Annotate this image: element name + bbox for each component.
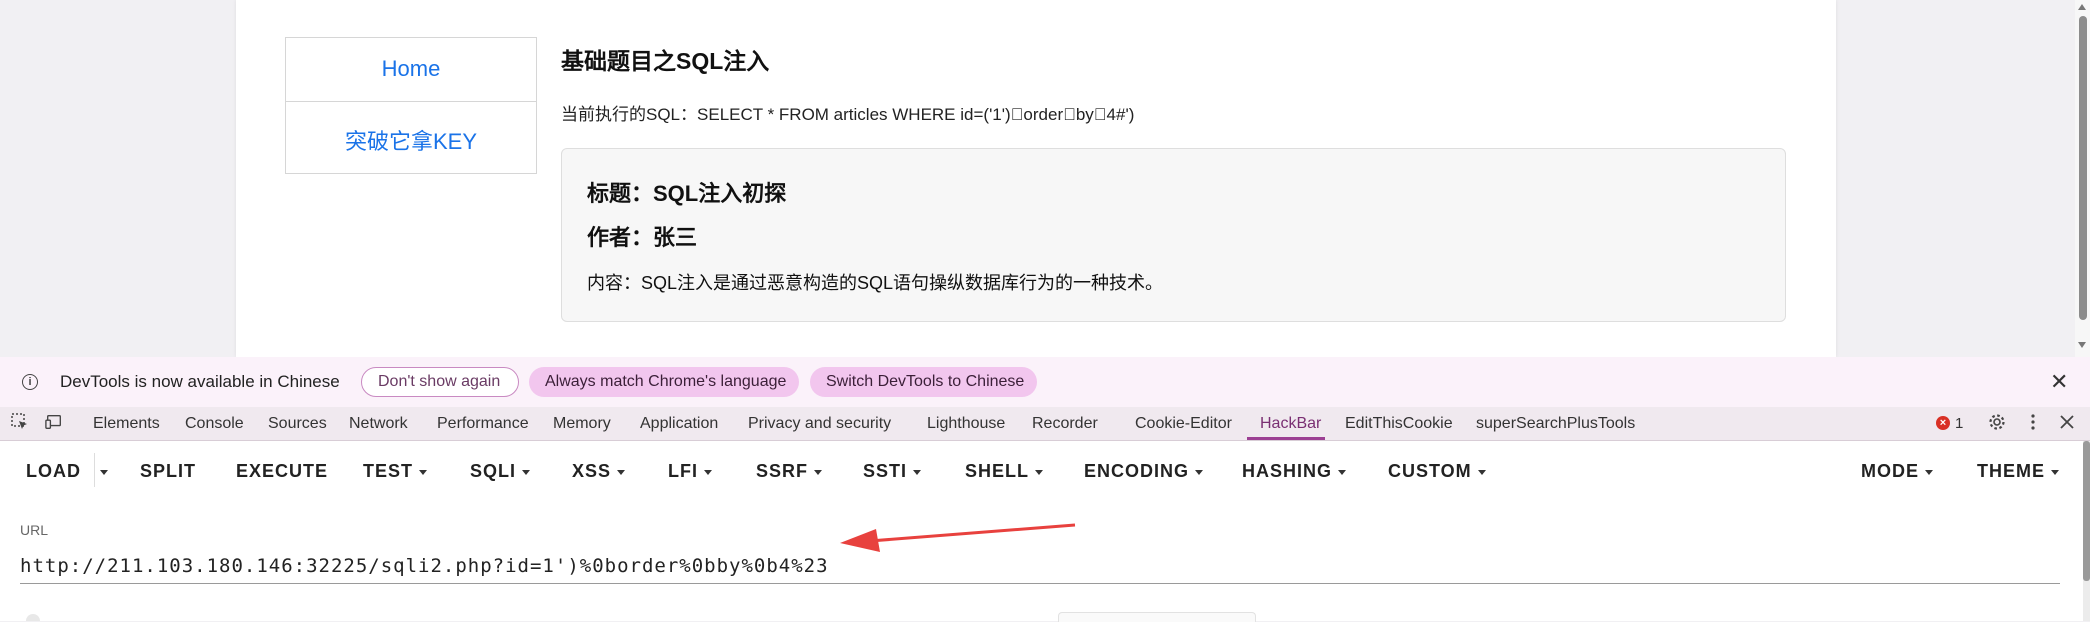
tab-network[interactable]: Network — [349, 415, 408, 433]
execute-button[interactable]: EXECUTE — [236, 461, 328, 482]
panel-handle-icon — [26, 614, 40, 621]
hackbar-scroll-thumb[interactable] — [2083, 441, 2090, 581]
chevron-down-icon — [1035, 469, 1044, 475]
chevron-down-icon — [1477, 469, 1486, 475]
tab-application[interactable]: Application — [640, 415, 718, 433]
chevron-down-icon — [913, 469, 922, 475]
chevron-down-icon — [814, 469, 823, 475]
info-icon: i — [22, 374, 38, 390]
side-nav: Home 突破它拿KEY — [285, 37, 537, 174]
switch-to-chinese-button[interactable]: Switch DevTools to Chinese — [810, 367, 1037, 397]
article-content: 内容：SQL注入是通过恶意构造的SQL语句操纵数据库行为的一种技术。 — [587, 273, 1164, 293]
tab-supersearchplustools[interactable]: superSearchPlusTools — [1476, 415, 1635, 433]
tab-lighthouse[interactable]: Lighthouse — [927, 415, 1005, 433]
tab-memory[interactable]: Memory — [553, 415, 611, 433]
chevron-down-icon — [522, 469, 531, 475]
tab-console[interactable]: Console — [185, 415, 244, 433]
chevron-down-icon — [2051, 469, 2059, 475]
encoding-menu-label: ENCODING — [1084, 461, 1190, 481]
hashing-menu[interactable]: HASHING — [1242, 461, 1347, 482]
error-icon[interactable]: × — [1936, 416, 1950, 430]
devtools-language-infobar: i DevTools is now available in Chinese D… — [0, 357, 2090, 407]
mode-menu[interactable]: MODE — [1861, 461, 1933, 482]
chevron-down-icon — [1195, 469, 1204, 475]
load-button[interactable]: LOAD — [26, 461, 81, 482]
article-author: 作者：张三 — [587, 225, 698, 250]
load-dropdown-icon[interactable] — [100, 461, 108, 482]
shell-menu[interactable]: SHELL — [965, 461, 1044, 482]
load-divider — [94, 453, 95, 487]
custom-menu-label: CUSTOM — [1388, 461, 1472, 481]
url-field-label: URL — [20, 522, 49, 538]
test-menu[interactable]: TEST — [363, 461, 428, 482]
tab-recorder[interactable]: Recorder — [1032, 415, 1098, 433]
page-scroll-thumb[interactable] — [2079, 16, 2087, 320]
nav-divider — [286, 101, 536, 102]
tab-elements[interactable]: Elements — [93, 415, 160, 433]
theme-menu-label: THEME — [1977, 461, 2045, 481]
article-title: 标题：SQL注入初探 — [587, 181, 787, 206]
nav-link-get-key[interactable]: 突破它拿KEY — [286, 124, 536, 156]
ssrf-menu[interactable]: SSRF — [756, 461, 823, 482]
tab-performance[interactable]: Performance — [437, 415, 529, 433]
gear-icon[interactable] — [1988, 413, 2006, 431]
shell-menu-label: SHELL — [965, 461, 1030, 481]
xss-menu-label: XSS — [572, 461, 612, 481]
infobar-message: DevTools is now available in Chinese — [60, 372, 340, 391]
chevron-down-icon — [704, 469, 712, 475]
always-match-language-button[interactable]: Always match Chrome's language — [529, 367, 799, 397]
xss-menu[interactable]: XSS — [572, 461, 626, 482]
more-options-icon[interactable] — [2024, 413, 2042, 431]
ssrf-menu-label: SSRF — [756, 461, 809, 481]
devtools-tabbar: Elements Console Sources Network Perform… — [0, 407, 2090, 441]
tab-hackbar[interactable]: HackBar — [1260, 415, 1321, 433]
sql-query-text: 当前执行的SQL：SELECT * FROM articles WHERE id… — [561, 105, 1135, 124]
scroll-up-arrow-icon[interactable] — [2078, 4, 2086, 10]
test-menu-label: TEST — [363, 461, 414, 481]
tab-sources[interactable]: Sources — [268, 415, 327, 433]
close-devtools-icon[interactable] — [2058, 413, 2076, 431]
split-button[interactable]: SPLIT — [140, 461, 196, 482]
page-title: 基础题目之SQL注入 — [561, 48, 770, 74]
custom-menu[interactable]: CUSTOM — [1388, 461, 1486, 482]
red-annotation-arrow-icon — [840, 523, 1076, 552]
encoding-menu[interactable]: ENCODING — [1084, 461, 1204, 482]
chevron-down-icon — [419, 469, 428, 475]
tab-privacy-security[interactable]: Privacy and security — [748, 415, 891, 433]
sqli-menu-label: SQLI — [470, 461, 517, 481]
tab-cookie-editor[interactable]: Cookie-Editor — [1135, 415, 1232, 433]
chevron-down-icon — [617, 469, 626, 475]
hashing-menu-label: HASHING — [1242, 461, 1333, 481]
mode-menu-label: MODE — [1861, 461, 1919, 481]
chevron-down-icon — [1925, 469, 1933, 475]
ssti-menu-label: SSTI — [863, 461, 908, 481]
sqli-menu[interactable]: SQLI — [470, 461, 531, 482]
theme-menu[interactable]: THEME — [1977, 461, 2059, 482]
article-card: 标题：SQL注入初探 作者：张三 内容：SQL注入是通过恶意构造的SQL语句操纵… — [561, 148, 1786, 322]
lfi-menu-label: LFI — [668, 461, 698, 481]
error-count[interactable]: 1 — [1955, 415, 1963, 432]
inspect-element-icon[interactable] — [11, 413, 29, 431]
lfi-menu[interactable]: LFI — [668, 461, 712, 482]
tab-editthiscookie[interactable]: EditThisCookie — [1345, 415, 1453, 433]
chevron-down-icon — [1338, 469, 1347, 475]
device-toolbar-icon[interactable] — [45, 413, 63, 431]
nav-link-home[interactable]: Home — [286, 56, 536, 82]
ssti-menu[interactable]: SSTI — [863, 461, 922, 482]
dont-show-again-button[interactable]: Don't show again — [361, 367, 519, 397]
close-icon[interactable]: ✕ — [2050, 369, 2068, 395]
active-tab-indicator — [1247, 437, 1325, 440]
scroll-down-arrow-icon[interactable] — [2078, 342, 2086, 348]
